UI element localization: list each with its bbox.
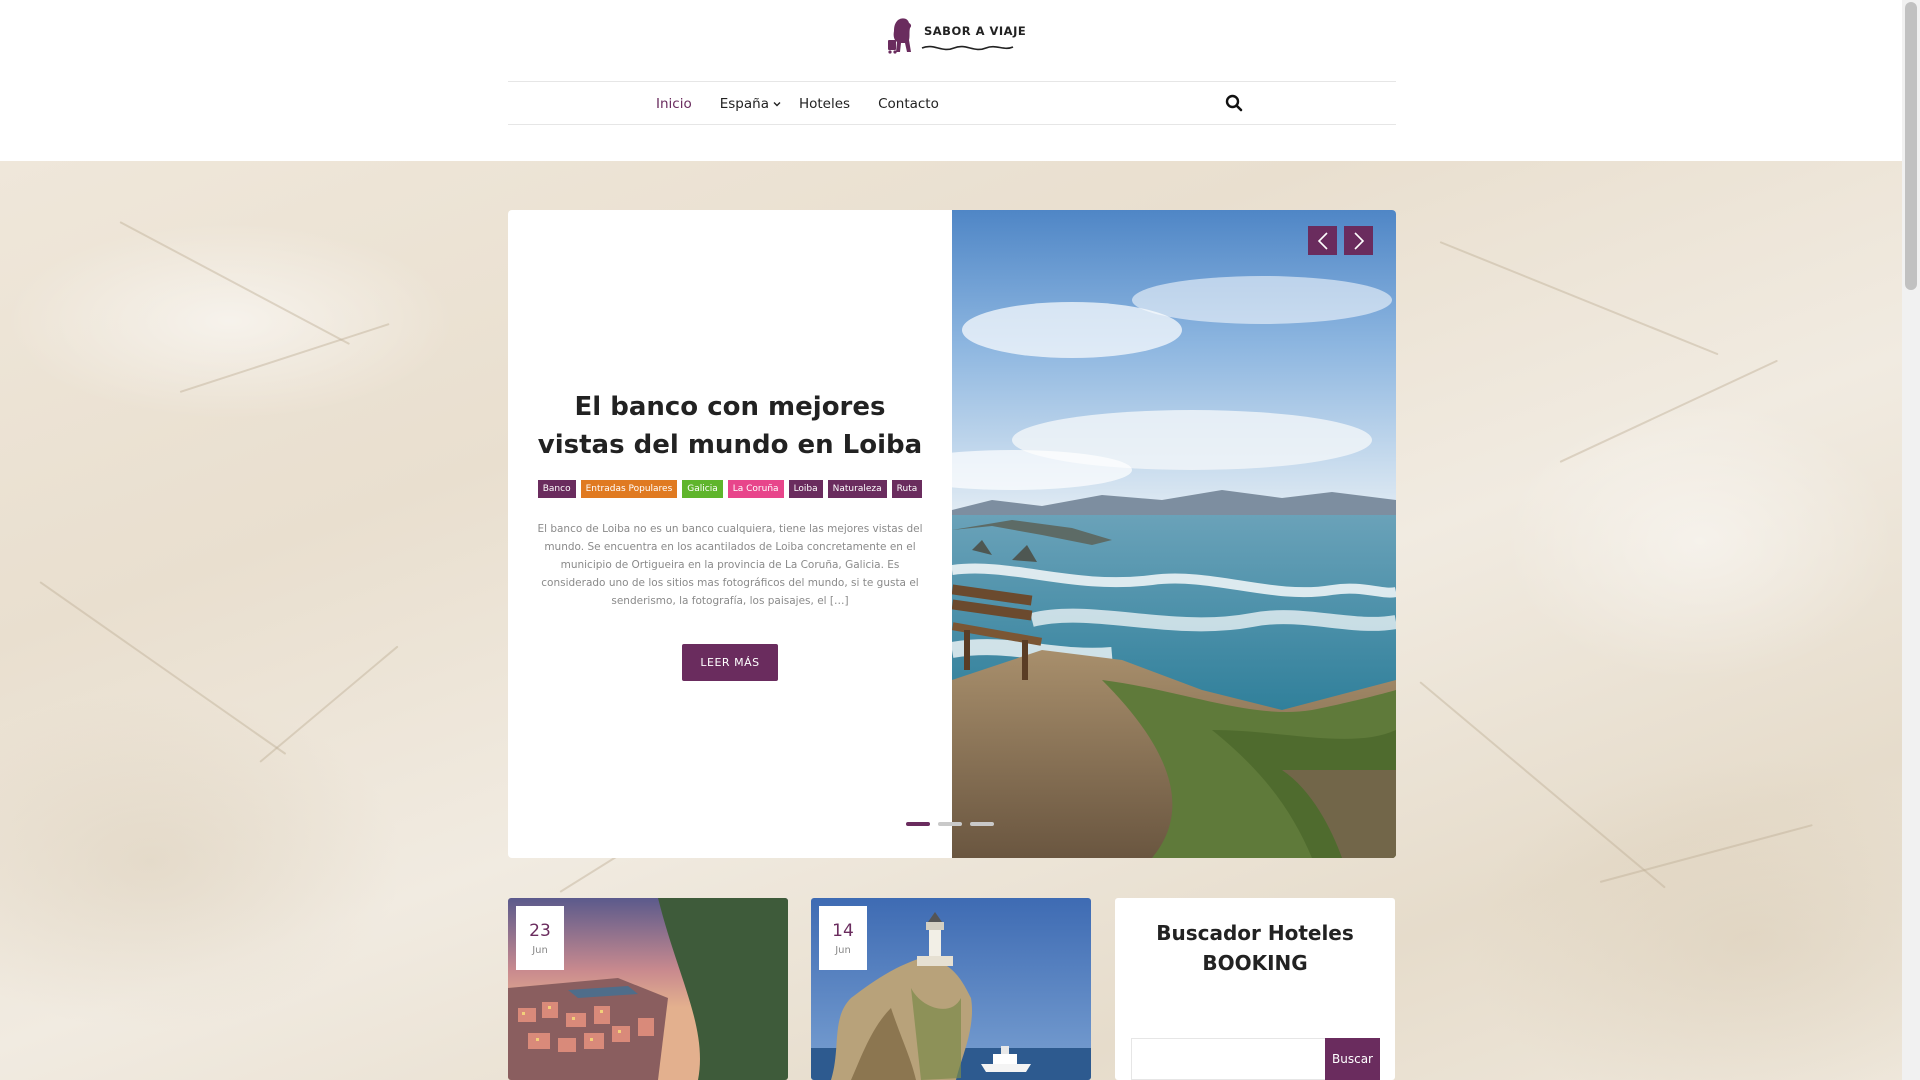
slider-dot-3[interactable]: [970, 822, 994, 826]
nav-divider-top: [508, 81, 1396, 82]
nav-item-label: Contacto: [878, 96, 939, 112]
slider-dot-1[interactable]: [906, 822, 930, 826]
post-date-month: Jun: [835, 944, 851, 956]
slide-excerpt: El banco de Loiba no es un banco cualqui…: [537, 522, 923, 607]
post-date-badge: 14 Jun: [819, 906, 867, 970]
search-icon: [1225, 94, 1243, 112]
hotel-search-button[interactable]: Buscar: [1325, 1038, 1380, 1080]
post-card-cudillero[interactable]: 23 Jun: [508, 898, 788, 1080]
nav-item-inicio[interactable]: Inicio: [656, 96, 692, 112]
featured-slider: El banco con mejores vistas del mundo en…: [508, 210, 1396, 858]
slide-content: El banco con mejores vistas del mundo en…: [508, 210, 952, 858]
read-more-button[interactable]: LEER MÁS: [682, 643, 778, 681]
bear-traveler-icon: [888, 18, 912, 54]
post-card-lighthouse[interactable]: 14 Jun: [811, 898, 1091, 1080]
tag-la-coruna[interactable]: La Coruña: [727, 479, 784, 498]
nav-item-espana[interactable]: España: [720, 96, 781, 112]
tag-galicia[interactable]: Galicia: [682, 479, 723, 498]
post-date-day: 23: [529, 920, 551, 941]
slide-image-coast-bench[interactable]: [892, 210, 1396, 858]
slider-dot-2[interactable]: [938, 822, 962, 826]
tag-loiba[interactable]: Loiba: [788, 479, 823, 498]
chevron-right-icon: [1353, 231, 1364, 250]
coast-bench-photo: [892, 210, 1396, 858]
search-button[interactable]: [1225, 94, 1243, 112]
hotel-search-widget: Buscador Hoteles BOOKING Buscar: [1115, 898, 1395, 1080]
tag-ruta[interactable]: Ruta: [891, 479, 923, 498]
slide-title[interactable]: El banco con mejores vistas del mundo en…: [530, 388, 930, 464]
hotel-search-input[interactable]: [1131, 1038, 1327, 1080]
tag-entradas-populares[interactable]: Entradas Populares: [580, 479, 678, 498]
site-header: SABOR A VIAJE Inicio España Hoteles Cont…: [0, 0, 1902, 161]
nav-item-hoteles[interactable]: Hoteles: [799, 96, 850, 112]
nav-item-label: Inicio: [656, 96, 692, 112]
logo-wave-icon: [921, 45, 1014, 51]
slider-prev-button[interactable]: [1308, 226, 1337, 255]
site-logo[interactable]: SABOR A VIAJE: [884, 14, 1026, 58]
post-date-day: 14: [832, 920, 854, 941]
post-date-badge: 23 Jun: [516, 906, 564, 970]
tag-banco[interactable]: Banco: [537, 479, 576, 498]
widget-title: Buscador Hoteles BOOKING: [1156, 921, 1354, 975]
logo-text: SABOR A VIAJE: [924, 24, 1027, 38]
slider-next-button[interactable]: [1344, 226, 1373, 255]
tag-naturaleza[interactable]: Naturaleza: [827, 479, 887, 498]
nav-item-label: España: [719, 96, 769, 112]
scrollbar-thumb[interactable]: [1905, 2, 1917, 290]
chevron-left-icon: [1317, 231, 1328, 250]
nav-item-label: Hoteles: [798, 96, 851, 112]
nav-item-contacto[interactable]: Contacto: [878, 96, 939, 112]
tag-list: Banco Entradas Populares Galicia La Coru…: [537, 479, 923, 498]
nav-divider-bottom: [508, 124, 1396, 125]
main-nav: Inicio España Hoteles Contacto: [656, 92, 967, 116]
post-date-month: Jun: [532, 944, 548, 956]
chevron-down-icon: [773, 102, 781, 107]
slider-pagination: [906, 822, 994, 826]
